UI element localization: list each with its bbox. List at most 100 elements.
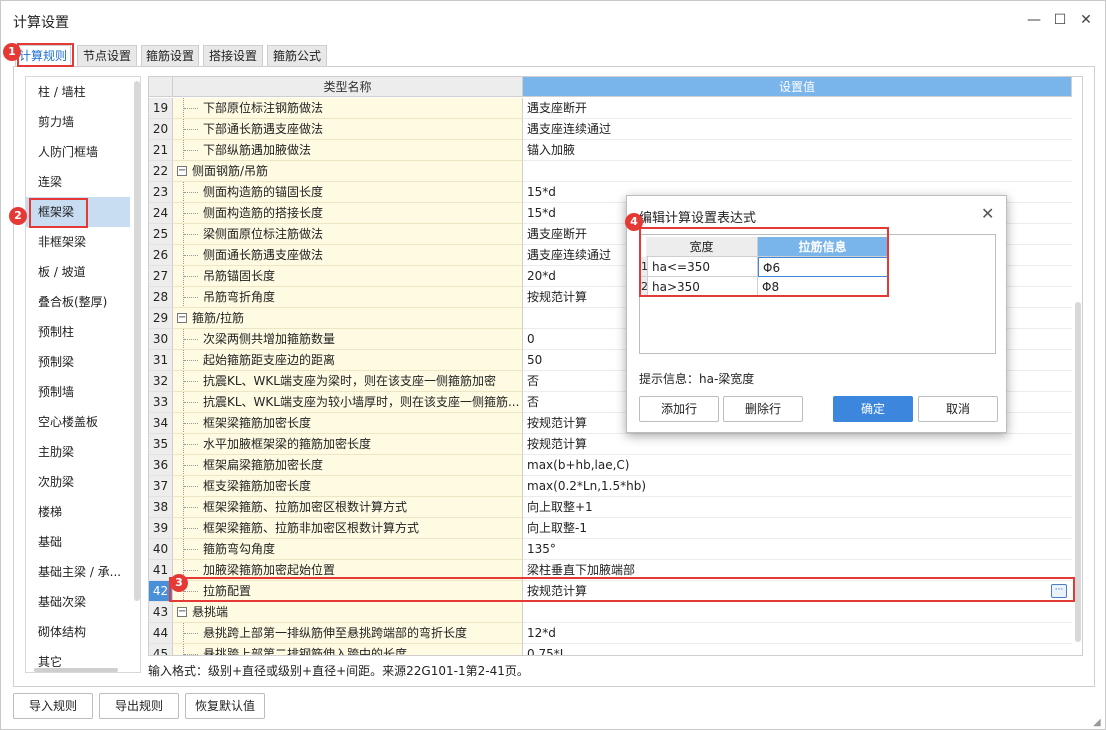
sidebar-item-hollow-floor[interactable]: 空心楼盖板 [26, 407, 130, 437]
sidebar-scrollbar[interactable] [134, 81, 140, 601]
table-row[interactable]: 22− 侧面钢筋/吊筋 [149, 161, 1072, 182]
tree-branch [184, 255, 198, 256]
sidebar-horizontal-scrollbar[interactable] [34, 668, 118, 672]
sidebar-item-precast-beam[interactable]: 预制梁 [26, 347, 130, 377]
table-row[interactable]: 19 下部原位标注钢筋做法 遇支座断开 [149, 98, 1072, 119]
dialog-close-icon[interactable]: ✕ [981, 204, 994, 223]
sidebar-item-shear-wall[interactable]: 剪力墙 [26, 107, 130, 137]
tree-branch [184, 654, 198, 655]
minimize-icon[interactable]: — [1025, 11, 1043, 29]
sidebar-item-other[interactable]: 其它 [26, 647, 130, 668]
tree-branch [184, 528, 198, 529]
table-row[interactable]: 45 悬挑跨上部第二排钢筋伸入跨中的长度 0.75*L [149, 644, 1072, 655]
row-value-cell[interactable]: 按规范计算 [523, 434, 1072, 455]
row-value-cell[interactable]: 锚入加腋 [523, 140, 1072, 161]
row-name-cell: − 侧面钢筋/吊筋 [173, 161, 523, 182]
tab-node-settings[interactable]: 节点设置 [77, 45, 137, 67]
setting-label: 悬挑跨上部第一排纵筋伸至悬挑跨端部的弯折长度 [203, 626, 468, 640]
setting-label: 抗震KL、WKL端支座为较小墙厚时，则在该支座一侧箍筋... [203, 395, 520, 409]
restore-defaults-button[interactable]: 恢复默认值 [185, 693, 265, 719]
row-number: 38 [149, 497, 173, 518]
table-row[interactable]: 35 水平加腋框架梁的箍筋加密长度 按规范计算 [149, 434, 1072, 455]
cancel-button[interactable]: 取消 [918, 396, 998, 422]
row-name-cell: 框架扁梁箍筋加密长度 [173, 455, 523, 476]
row-name-cell: 悬挑跨上部第一排纵筋伸至悬挑跨端部的弯折长度 [173, 623, 523, 644]
setting-label: 吊筋锚固长度 [203, 269, 276, 283]
table-row[interactable]: 43− 悬挑端 [149, 602, 1072, 623]
row-value-cell[interactable]: 遇支座连续通过 [523, 119, 1072, 140]
tree-branch [184, 381, 198, 382]
collapse-icon[interactable]: − [177, 313, 187, 323]
collapse-icon[interactable]: − [177, 166, 187, 176]
import-rules-button[interactable]: 导入规则 [13, 693, 93, 719]
delete-row-button[interactable]: 删除行 [723, 396, 803, 422]
row-name-cell: 框架梁箍筋、拉筋加密区根数计算方式 [173, 497, 523, 518]
sidebar-item-secondary-rib-beam[interactable]: 次肋梁 [26, 467, 130, 497]
sidebar-item-civil-defense-door[interactable]: 人防门框墙 [26, 137, 130, 167]
tab-stirrup-settings[interactable]: 箍筋设置 [141, 45, 199, 67]
dialog-title: 编辑计算设置表达式 [639, 211, 757, 226]
sidebar-item-column[interactable]: 柱 / 墙柱 [26, 77, 130, 107]
row-value-cell[interactable]: max(b+hb,lae,C) [523, 455, 1072, 476]
export-rules-button[interactable]: 导出规则 [99, 693, 179, 719]
table-row[interactable]: 21 下部纵筋遇加腋做法 锚入加腋 [149, 140, 1072, 161]
sidebar-item-foundation-main-beam[interactable]: 基础主梁 / 承... [26, 557, 130, 587]
sidebar-item-main-rib-beam[interactable]: 主肋梁 [26, 437, 130, 467]
row-value-cell[interactable] [523, 602, 1072, 623]
setting-label: 框支梁箍筋加密长度 [203, 479, 312, 493]
table-row[interactable]: 20 下部通长筋遇支座做法 遇支座连续通过 [149, 119, 1072, 140]
table-row[interactable]: 44 悬挑跨上部第一排纵筋伸至悬挑跨端部的弯折长度 12*d [149, 623, 1072, 644]
table-row[interactable]: 39 框架梁箍筋、拉筋非加密区根数计算方式 向上取整-1 [149, 518, 1072, 539]
tree-branch [184, 423, 198, 424]
tab-stirrup-formula[interactable]: 箍筋公式 [267, 45, 327, 67]
row-value-cell[interactable]: 135° [523, 539, 1072, 560]
sidebar-item-foundation-secondary-beam[interactable]: 基础次梁 [26, 587, 130, 617]
row-number: 25 [149, 224, 173, 245]
dialog-hint: 提示信息：ha-梁宽度 [639, 372, 755, 386]
sidebar-item-non-frame-beam[interactable]: 非框架梁 [26, 227, 130, 257]
grid-scrollbar[interactable] [1075, 302, 1081, 642]
row-name-cell: 箍筋弯勾角度 [173, 539, 523, 560]
sidebar-item-masonry[interactable]: 砌体结构 [26, 617, 130, 647]
sidebar-item-coupling-beam[interactable]: 连梁 [26, 167, 130, 197]
tree-branch [184, 402, 198, 403]
sidebar-item-foundation[interactable]: 基础 [26, 527, 130, 557]
table-row[interactable]: 40 箍筋弯勾角度 135° [149, 539, 1072, 560]
tree-branch [184, 486, 198, 487]
group-label: 箍筋/拉筋 [192, 311, 245, 325]
annotation-box-frame-beam [29, 198, 88, 228]
sidebar-item-stair[interactable]: 楼梯 [26, 497, 130, 527]
sidebar-item-precast-wall[interactable]: 预制墙 [26, 377, 130, 407]
row-value-cell[interactable]: 遇支座断开 [523, 98, 1072, 119]
row-value-cell[interactable]: max(0.2*Ln,1.5*hb) [523, 476, 1072, 497]
close-icon[interactable]: ✕ [1077, 11, 1095, 29]
table-row[interactable]: 38 框架梁箍筋、拉筋加密区根数计算方式 向上取整+1 [149, 497, 1072, 518]
row-value-cell[interactable]: 12*d [523, 623, 1072, 644]
tree-branch [184, 213, 198, 214]
row-number: 26 [149, 245, 173, 266]
row-value-cell[interactable]: 向上取整-1 [523, 518, 1072, 539]
row-number: 37 [149, 476, 173, 497]
tab-lap-settings[interactable]: 搭接设置 [203, 45, 263, 67]
annotation-box-row-42 [169, 577, 1075, 602]
collapse-icon[interactable]: − [177, 607, 187, 617]
tree-branch [184, 297, 198, 298]
row-number: 45 [149, 644, 173, 655]
row-number: 34 [149, 413, 173, 434]
sidebar-item-slab-ramp[interactable]: 板 / 坡道 [26, 257, 130, 287]
tree-branch [184, 150, 198, 151]
resize-grip-icon[interactable]: ◢ [1093, 717, 1101, 728]
add-row-button[interactable]: 添加行 [639, 396, 719, 422]
sidebar-item-composite-slab[interactable]: 叠合板(整厚) [26, 287, 130, 317]
row-number: 23 [149, 182, 173, 203]
ok-button[interactable]: 确定 [833, 396, 913, 422]
row-value-cell[interactable]: 0.75*L [523, 644, 1072, 655]
table-row[interactable]: 36 框架扁梁箍筋加密长度 max(b+hb,lae,C) [149, 455, 1072, 476]
table-row[interactable]: 37 框支梁箍筋加密长度 max(0.2*Ln,1.5*hb) [149, 476, 1072, 497]
sidebar-item-precast-column[interactable]: 预制柱 [26, 317, 130, 347]
maximize-icon[interactable]: ☐ [1051, 11, 1069, 29]
row-value-cell[interactable] [523, 161, 1072, 182]
setting-label: 下部原位标注钢筋做法 [203, 101, 324, 115]
setting-label: 框架梁箍筋、拉筋非加密区根数计算方式 [203, 521, 420, 535]
row-value-cell[interactable]: 向上取整+1 [523, 497, 1072, 518]
